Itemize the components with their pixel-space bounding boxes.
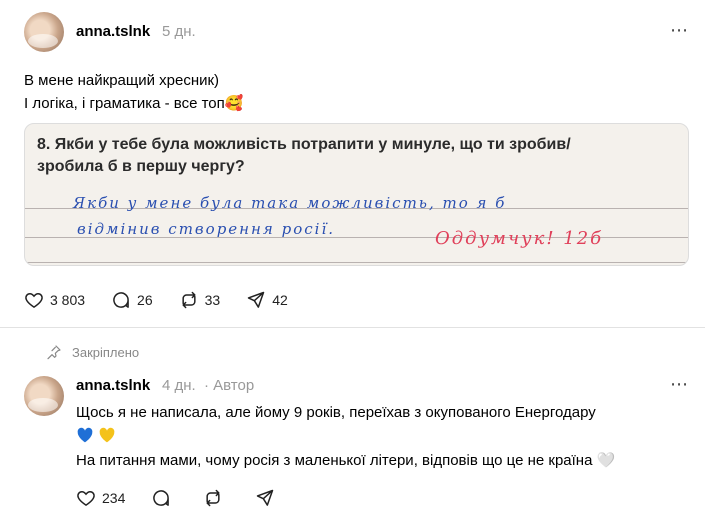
repost-icon [182,291,196,309]
post-text-line-1: В мене найкращий хресник) [24,72,220,89]
comment-icon [113,292,129,308]
pinned-label: Закріплено [46,344,139,360]
reply-share-button[interactable] [255,488,281,508]
worksheet-question: 8. Якби у тебе була можливість потрапити… [37,134,677,178]
blue-heart-icon [77,427,93,443]
reply-comment-button[interactable] [151,488,177,508]
repost-count: 33 [204,292,221,308]
post-image[interactable]: 8. Якби у тебе була можливість потрапити… [24,123,689,266]
reply-more-icon[interactable]: ⋯ [670,374,689,395]
author-badge: · Автор [204,377,255,394]
repost-button[interactable]: 33 [179,290,221,310]
reply-avatar[interactable] [24,376,64,416]
comment-count: 26 [137,292,153,308]
post-username[interactable]: anna.tslnk [76,23,150,40]
share-icon [247,291,265,308]
comment-button[interactable]: 26 [111,290,153,310]
reply-emoji-line [76,425,116,448]
share-icon [257,489,274,506]
reply-like-button[interactable]: 234 [76,488,125,508]
reply-text-line-1: Щось я не написала, але йому 9 років, пе… [76,404,596,421]
like-button[interactable]: 3 803 [24,290,85,310]
post-actions: 3 803 26 33 42 [24,290,314,310]
avatar[interactable] [24,12,64,52]
like-count: 3 803 [50,292,86,308]
reply-repost-button[interactable] [203,488,229,508]
post-time[interactable]: 5 дн. [162,23,196,40]
teacher-note: Оддумчук! 12б [435,228,604,249]
yellow-heart-icon [99,427,115,443]
reply-time[interactable]: 4 дн. [162,377,196,394]
heart-icon [25,292,43,308]
heart-icon [77,490,95,506]
reply-username[interactable]: anna.tslnk [76,377,150,394]
post-text-line-2: І логіка, і граматика - все топ🥰 [24,95,244,112]
share-count: 42 [272,292,288,308]
pinned-text: Закріплено [72,344,140,360]
question-line-1: 8. Якби у тебе була можливість потрапити… [37,136,571,153]
divider [0,327,705,328]
share-button[interactable]: 42 [246,290,288,310]
reply-like-count: 234 [102,490,126,506]
handwritten-answer-line-2: відмінив створення росії. [77,220,336,238]
handwritten-answer-line-1: Якби у мене була така можливість, то я б [73,194,507,212]
comment-icon [153,490,170,506]
question-line-2: зробила б в першу чергу? [37,158,245,175]
reply-text-line-3: На питання мами, чому росія з маленької … [76,452,616,469]
reply-actions: 234 [76,488,307,508]
ruled-line [25,262,688,263]
repost-icon [206,489,220,507]
pin-icon [47,345,61,360]
more-icon[interactable]: ⋯ [670,20,689,41]
